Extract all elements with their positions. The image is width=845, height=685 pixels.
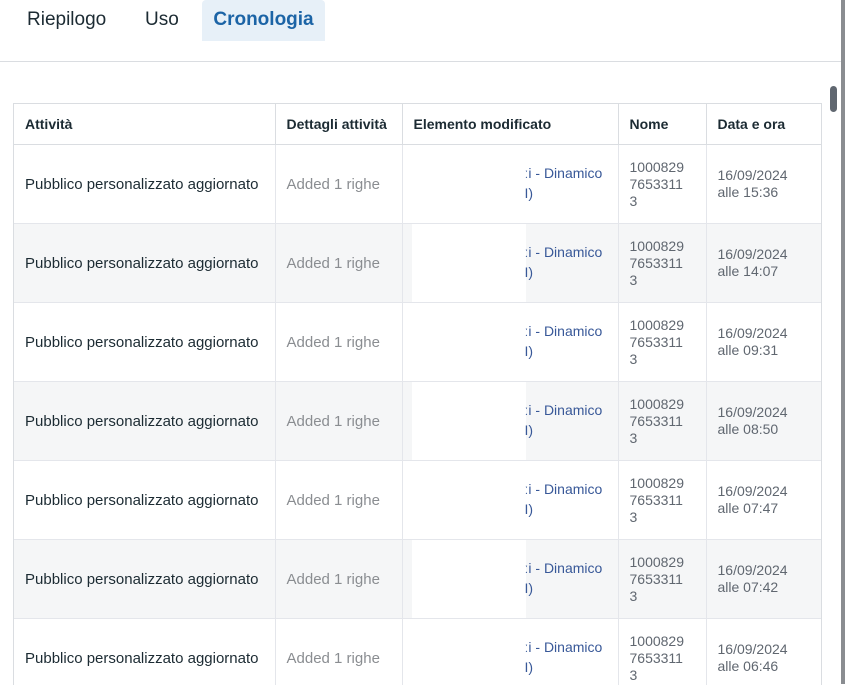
cell-attivita: Pubblico personalizzato aggiornato bbox=[14, 540, 275, 619]
cell-nome: 1000829 7653311 3 bbox=[618, 303, 706, 382]
cell-dettagli: Added 1 righe bbox=[275, 224, 402, 303]
cell-dettagli: Added 1 righe bbox=[275, 303, 402, 382]
elemento-link[interactable]: ːi - Dinamico bbox=[525, 165, 603, 181]
elemento-link-suffix[interactable]: I) bbox=[525, 659, 534, 675]
elemento-link-suffix[interactable]: I) bbox=[525, 343, 534, 359]
header-elemento[interactable]: Elemento modificato bbox=[402, 104, 618, 145]
cell-dettagli: Added 1 righe bbox=[275, 461, 402, 540]
cell-dettagli: Added 1 righe bbox=[275, 619, 402, 685]
cell-attivita: Pubblico personalizzato aggiornato bbox=[14, 619, 275, 685]
elemento-link-suffix[interactable]: I) bbox=[525, 580, 534, 596]
header-data-ora[interactable]: Data e ora bbox=[706, 104, 821, 145]
header-attivita[interactable]: Attività bbox=[14, 104, 275, 145]
redaction-mask bbox=[412, 382, 526, 460]
cell-nome: 1000829 7653311 3 bbox=[618, 382, 706, 461]
table-row[interactable]: Pubblico personalizzato aggiornatoAdded … bbox=[14, 145, 821, 224]
cell-dettagli: Added 1 righe bbox=[275, 540, 402, 619]
redaction-mask bbox=[412, 224, 526, 302]
cell-data-ora: 16/09/2024 alle 08:50 bbox=[706, 382, 821, 461]
tab-cronologia[interactable]: Cronologia bbox=[202, 0, 325, 41]
table-row[interactable]: Pubblico personalizzato aggiornatoAdded … bbox=[14, 382, 821, 461]
cell-elemento: ːi - Dinamico I) bbox=[402, 382, 618, 461]
table-row[interactable]: Pubblico personalizzato aggiornatoAdded … bbox=[14, 303, 821, 382]
table-row[interactable]: Pubblico personalizzato aggiornatoAdded … bbox=[14, 461, 821, 540]
cell-attivita: Pubblico personalizzato aggiornato bbox=[14, 303, 275, 382]
redaction-mask bbox=[412, 619, 526, 685]
redaction-mask bbox=[412, 461, 526, 539]
cell-attivita: Pubblico personalizzato aggiornato bbox=[14, 145, 275, 224]
elemento-link[interactable]: ːi - Dinamico bbox=[525, 323, 603, 339]
elemento-link[interactable]: ːi - Dinamico bbox=[525, 481, 603, 497]
cell-attivita: Pubblico personalizzato aggiornato bbox=[14, 224, 275, 303]
cell-dettagli: Added 1 righe bbox=[275, 145, 402, 224]
elemento-link[interactable]: ːi - Dinamico bbox=[525, 402, 603, 418]
cell-nome: 1000829 7653311 3 bbox=[618, 540, 706, 619]
table-row[interactable]: Pubblico personalizzato aggiornatoAdded … bbox=[14, 224, 821, 303]
tab-riepilogo[interactable]: Riepilogo bbox=[27, 0, 106, 41]
window-edge bbox=[841, 0, 845, 684]
elemento-link-suffix[interactable]: I) bbox=[525, 501, 534, 517]
elemento-link[interactable]: ːi - Dinamico bbox=[525, 244, 603, 260]
cell-data-ora: 16/09/2024 alle 14:07 bbox=[706, 224, 821, 303]
cell-data-ora: 16/09/2024 alle 15:36 bbox=[706, 145, 821, 224]
scrollbar-thumb[interactable] bbox=[830, 86, 837, 112]
elemento-link[interactable]: ːi - Dinamico bbox=[525, 560, 603, 576]
cell-nome: 1000829 7653311 3 bbox=[618, 224, 706, 303]
cell-nome: 1000829 7653311 3 bbox=[618, 619, 706, 685]
header-dettagli[interactable]: Dettagli attività bbox=[275, 104, 402, 145]
cell-data-ora: 16/09/2024 alle 07:47 bbox=[706, 461, 821, 540]
redaction-mask bbox=[412, 145, 526, 223]
cell-elemento: ːi - Dinamico I) bbox=[402, 303, 618, 382]
elemento-link-suffix[interactable]: I) bbox=[525, 185, 534, 201]
cell-nome: 1000829 7653311 3 bbox=[618, 145, 706, 224]
cell-elemento: ːi - Dinamico I) bbox=[402, 145, 618, 224]
elemento-link-suffix[interactable]: I) bbox=[525, 264, 534, 280]
elemento-link[interactable]: ːi - Dinamico bbox=[525, 639, 603, 655]
cell-elemento: ːi - Dinamico I) bbox=[402, 224, 618, 303]
cell-elemento: ːi - Dinamico I) bbox=[402, 619, 618, 685]
redaction-mask bbox=[412, 303, 526, 381]
cell-data-ora: 16/09/2024 alle 09:31 bbox=[706, 303, 821, 382]
elemento-link-suffix[interactable]: I) bbox=[525, 422, 534, 438]
tab-divider bbox=[0, 61, 841, 62]
redaction-mask bbox=[412, 540, 526, 618]
cell-attivita: Pubblico personalizzato aggiornato bbox=[14, 382, 275, 461]
tab-uso[interactable]: Uso bbox=[145, 0, 179, 41]
cell-elemento: ːi - Dinamico I) bbox=[402, 461, 618, 540]
cell-data-ora: 16/09/2024 alle 06:46 bbox=[706, 619, 821, 685]
cell-nome: 1000829 7653311 3 bbox=[618, 461, 706, 540]
cell-dettagli: Added 1 righe bbox=[275, 382, 402, 461]
table-row[interactable]: Pubblico personalizzato aggiornatoAdded … bbox=[14, 540, 821, 619]
table-header-row: Attività Dettagli attività Elemento modi… bbox=[14, 104, 821, 145]
history-table: Attività Dettagli attività Elemento modi… bbox=[13, 103, 822, 685]
tab-bar: Riepilogo Uso Cronologia bbox=[0, 0, 841, 41]
cell-attivita: Pubblico personalizzato aggiornato bbox=[14, 461, 275, 540]
table-row[interactable]: Pubblico personalizzato aggiornatoAdded … bbox=[14, 619, 821, 685]
header-nome[interactable]: Nome bbox=[618, 104, 706, 145]
cell-elemento: ːi - Dinamico I) bbox=[402, 540, 618, 619]
cell-data-ora: 16/09/2024 alle 07:42 bbox=[706, 540, 821, 619]
